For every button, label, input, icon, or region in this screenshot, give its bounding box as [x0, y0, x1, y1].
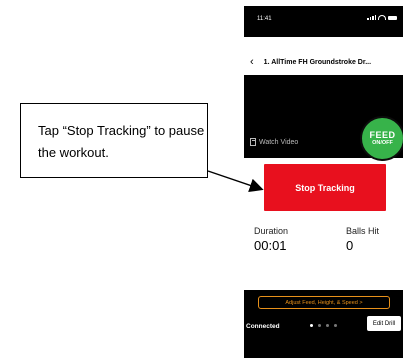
wifi-icon — [378, 15, 386, 20]
watch-video-button[interactable]: Watch Video — [250, 138, 298, 146]
adjust-feed-button[interactable]: Adjust Feed, Height, & Speed > — [258, 296, 390, 309]
back-chevron-icon[interactable]: ‹ — [250, 56, 254, 68]
page-title: 1. AllTime FH Groundstroke Dr... — [263, 58, 372, 66]
battery-icon — [388, 15, 397, 20]
watch-video-label: Watch Video — [259, 138, 299, 146]
page-dot — [310, 324, 313, 327]
duration-value: 00:01 — [254, 238, 287, 253]
feed-toggle-button[interactable]: FEED ON/OFF — [360, 116, 403, 161]
instruction-callout: Tap “Stop Tracking” to pause the workout… — [20, 103, 208, 178]
page-indicator[interactable] — [310, 324, 337, 327]
status-bar: 11:41 — [244, 6, 403, 37]
stop-tracking-button[interactable]: Stop Tracking — [264, 164, 386, 211]
feed-label: FEED — [369, 129, 396, 140]
balls-hit-label: Balls Hit — [346, 226, 380, 236]
edit-drill-button[interactable]: Edit Drill — [367, 316, 401, 331]
connection-status: Connected — [246, 323, 280, 330]
bottom-control-bar: Adjust Feed, Height, & Speed > Connected… — [244, 290, 403, 358]
balls-hit-value: 0 — [346, 238, 354, 253]
film-icon — [250, 138, 256, 146]
feed-onoff-label: ON/OFF — [372, 139, 393, 146]
status-time: 11:41 — [257, 16, 272, 22]
page-dot — [334, 324, 337, 327]
page-dot — [326, 324, 329, 327]
phone-screen: 11:41 ‹ 1. AllTime FH Groundstroke Dr...… — [244, 6, 403, 358]
signal-icon — [367, 15, 376, 20]
duration-label: Duration — [254, 226, 289, 236]
page-dot — [318, 324, 321, 327]
nav-header: ‹ 1. AllTime FH Groundstroke Dr... — [244, 49, 403, 75]
status-icons — [367, 15, 397, 20]
